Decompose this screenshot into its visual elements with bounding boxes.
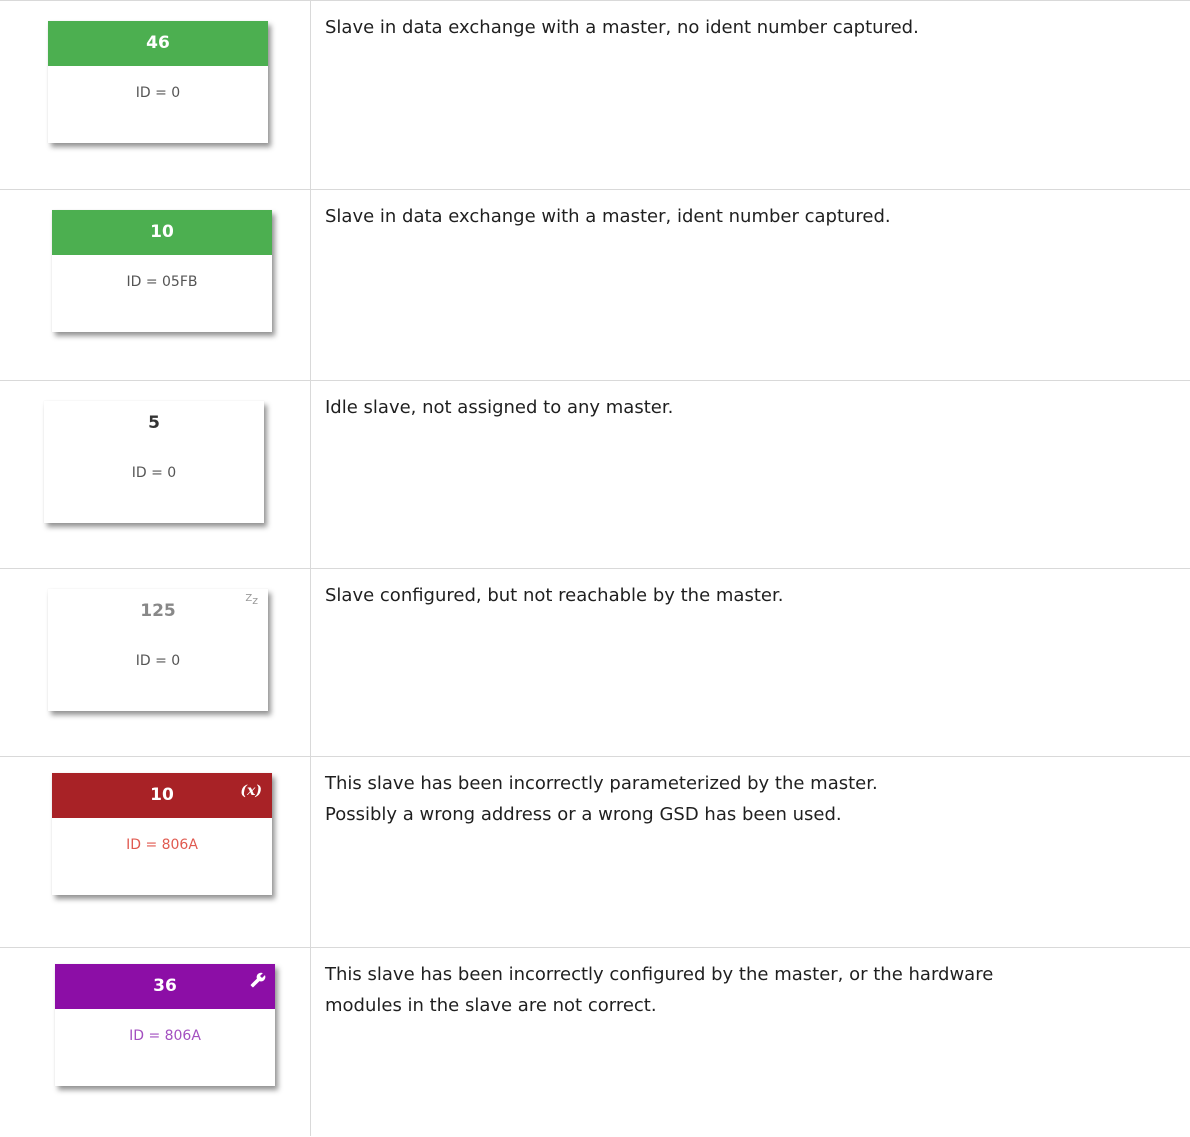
status-card-cell: 5 ID = 0 xyxy=(0,380,311,569)
slave-status-legend-table: 46 ID = 0 Slave in data exchange with a … xyxy=(0,0,1190,1136)
status-card-cell: 46 ID = 0 xyxy=(0,0,311,190)
slave-address: 36 xyxy=(153,976,177,996)
slave-card-header: 46 xyxy=(48,21,268,66)
table-row: 10 (x) ID = 806A This slave has been inc… xyxy=(0,756,1190,948)
slave-address: 46 xyxy=(146,33,170,53)
status-description-cell: This slave has been incorrectly paramete… xyxy=(310,756,1190,948)
slave-ident-number: ID = 0 xyxy=(135,653,181,669)
slave-card-configuration-error: 36 ID = 806A xyxy=(55,964,275,1086)
status-description: Slave in data exchange with a master, no… xyxy=(325,17,919,38)
status-description-cell: Slave in data exchange with a master, no… xyxy=(310,0,1190,190)
status-description-cell: Idle slave, not assigned to any master. xyxy=(310,380,1190,569)
slave-address: 10 xyxy=(150,222,174,242)
slave-card-header: 10 (x) xyxy=(52,773,272,818)
status-description: Idle slave, not assigned to any master. xyxy=(325,397,674,418)
status-description: Slave in data exchange with a master, id… xyxy=(325,206,891,227)
slave-card-header: 5 xyxy=(44,401,264,446)
status-card-cell: 36 ID = 806A xyxy=(0,947,311,1136)
status-description-cell: Slave configured, but not reachable by t… xyxy=(310,568,1190,757)
slave-ident-number: ID = 05FB xyxy=(126,274,198,290)
slave-ident-number: ID = 806A xyxy=(126,837,198,853)
wrench-icon xyxy=(250,972,266,992)
slave-card-parameter-error: 10 (x) ID = 806A xyxy=(52,773,272,895)
status-description: Slave configured, but not reachable by t… xyxy=(325,585,784,606)
status-card-cell: 125 Zz ID = 0 xyxy=(0,568,311,757)
status-description-cell: This slave has been incorrectly configur… xyxy=(310,947,1190,1136)
slave-ident-number: ID = 806A xyxy=(129,1028,201,1044)
slave-card-unreachable: 125 Zz ID = 0 xyxy=(48,589,268,711)
slave-address: 10 xyxy=(150,785,174,805)
table-row: 125 Zz ID = 0 Slave configured, but not … xyxy=(0,568,1190,757)
slave-card-idle: 5 ID = 0 xyxy=(44,401,264,523)
slave-card-data-exchange: 46 ID = 0 xyxy=(48,21,268,143)
slave-card-header: 125 Zz xyxy=(48,589,268,634)
status-description-cell: Slave in data exchange with a master, id… xyxy=(310,189,1190,381)
table-row: 36 ID = 806A This slave has been incorre… xyxy=(0,947,1190,1136)
status-description: modules in the slave are not correct. xyxy=(325,995,657,1016)
status-description: This slave has been incorrectly paramete… xyxy=(325,773,878,794)
parameter-error-icon: (x) xyxy=(240,783,262,799)
status-description: This slave has been incorrectly configur… xyxy=(325,964,994,985)
slave-address: 125 xyxy=(140,601,176,621)
slave-card-header: 10 xyxy=(52,210,272,255)
status-card-cell: 10 ID = 05FB xyxy=(0,189,311,381)
slave-address: 5 xyxy=(148,413,160,433)
slave-card-data-exchange-ident: 10 ID = 05FB xyxy=(52,210,272,332)
status-description: Possibly a wrong address or a wrong GSD … xyxy=(325,804,842,825)
slave-card-header: 36 xyxy=(55,964,275,1009)
slave-ident-number: ID = 0 xyxy=(135,85,181,101)
sleep-icon: Zz xyxy=(245,593,258,607)
slave-ident-number: ID = 0 xyxy=(131,465,177,481)
table-row: 5 ID = 0 Idle slave, not assigned to any… xyxy=(0,380,1190,569)
table-row: 46 ID = 0 Slave in data exchange with a … xyxy=(0,0,1190,190)
table-row: 10 ID = 05FB Slave in data exchange with… xyxy=(0,189,1190,381)
status-card-cell: 10 (x) ID = 806A xyxy=(0,756,311,948)
